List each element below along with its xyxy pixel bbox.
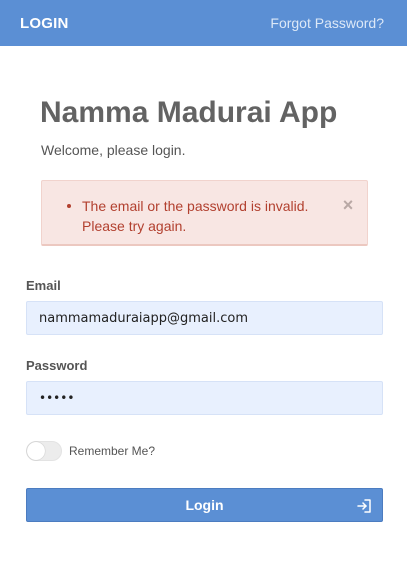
error-message: The email or the password is invalid. Pl… xyxy=(67,196,322,236)
close-icon[interactable]: × xyxy=(341,195,355,215)
error-alert: The email or the password is invalid. Pl… xyxy=(41,180,368,246)
login-button[interactable]: Login xyxy=(26,488,383,522)
sign-in-icon xyxy=(357,499,371,513)
brand-title: LOGIN xyxy=(20,14,69,32)
page-subtitle: Welcome, please login. xyxy=(41,142,186,158)
error-list: The email or the password is invalid. Pl… xyxy=(67,196,322,236)
top-bar: LOGIN Forgot Password? xyxy=(0,0,407,46)
error-message-text: The email or the password is invalid. Pl… xyxy=(82,198,309,234)
password-field[interactable] xyxy=(26,381,383,415)
remember-me-row: Remember Me? xyxy=(26,441,155,461)
bullet-icon xyxy=(67,204,71,208)
email-label: Email xyxy=(26,278,61,293)
email-field[interactable] xyxy=(26,301,383,335)
remember-me-toggle[interactable] xyxy=(26,441,62,461)
password-label: Password xyxy=(26,358,88,373)
page-title: Namma Madurai App xyxy=(40,96,338,129)
login-button-label: Login xyxy=(185,497,224,513)
toggle-knob xyxy=(27,442,45,460)
forgot-password-link[interactable]: Forgot Password? xyxy=(270,15,384,31)
remember-me-label: Remember Me? xyxy=(69,444,156,458)
